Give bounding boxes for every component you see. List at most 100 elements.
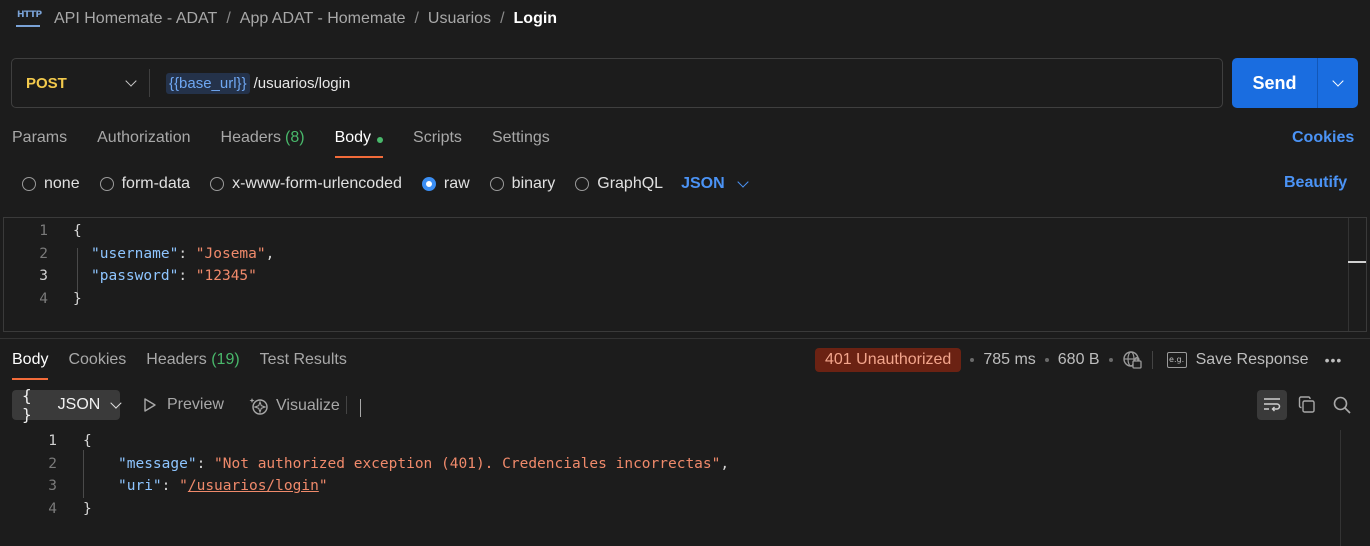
pane-divider[interactable] [0, 338, 1370, 339]
radio-icon [489, 177, 504, 191]
code-line: 2 "message": "Not authorized exception (… [0, 453, 729, 475]
response-size[interactable]: 680 B [1058, 351, 1100, 369]
tab-headers[interactable]: Headers (8) [221, 126, 305, 158]
response-time[interactable]: 785 ms [983, 351, 1035, 369]
breadcrumb-item-subfolder[interactable]: Usuarios [428, 10, 491, 28]
code-line: 3 "password": "12345" [4, 265, 257, 287]
chevron-down-icon [125, 75, 137, 87]
radio-raw[interactable]: raw [421, 175, 470, 193]
response-tab-body[interactable]: Body [12, 348, 49, 380]
response-tabs: Body Cookies Headers (19) Test Results [12, 348, 347, 380]
json-string: "Not authorized exception (401). Credenc… [214, 456, 721, 472]
response-body-viewer[interactable]: 1 { 2 "message": "Not authorized excepti… [0, 430, 1370, 546]
radio-urlencoded-label: x-www-form-urlencoded [232, 175, 402, 192]
code-text: "username": "Josema", [91, 246, 275, 262]
response-tab-test-results-label: Test Results [259, 351, 347, 368]
send-dropdown-button[interactable] [1318, 58, 1358, 108]
wrap-lines-button[interactable] [1257, 390, 1287, 420]
radio-urlencoded[interactable]: x-www-form-urlencoded [210, 175, 402, 193]
radio-icon [99, 177, 114, 191]
raw-format-select[interactable]: JSON [681, 175, 749, 193]
code-line: 4 } [4, 288, 81, 310]
code-line: 1 { [0, 430, 91, 452]
radio-graphql[interactable]: GraphQL [575, 175, 663, 193]
send-button-group: Send [1232, 58, 1358, 108]
method-label: POST [26, 74, 67, 92]
tab-authorization[interactable]: Authorization [97, 126, 190, 158]
radio-icon [575, 177, 590, 191]
visualize-dropdown[interactable] [360, 399, 361, 417]
tab-params[interactable]: Params [12, 126, 67, 158]
code-text: "password": "12345" [91, 268, 257, 284]
tab-authorization-label: Authorization [97, 129, 191, 146]
response-tab-cookies[interactable]: Cookies [68, 348, 126, 380]
json-string-link[interactable]: /usuarios/login [188, 478, 319, 494]
code-line: 4 } [0, 498, 91, 520]
breadcrumb-item-collection[interactable]: API Homemate - ADAT [54, 10, 217, 28]
line-number: 2 [39, 246, 48, 262]
send-button[interactable]: Send [1232, 58, 1318, 108]
dot-separator [970, 357, 975, 362]
json-key: "password" [91, 268, 179, 284]
radio-icon [210, 177, 225, 191]
copy-button[interactable] [1292, 390, 1322, 420]
vertical-separator [346, 396, 347, 414]
code-line: 2 "username": "Josema", [4, 243, 274, 265]
breadcrumb-separator: / [414, 10, 419, 27]
tab-headers-label: Headers [220, 129, 281, 146]
response-format-select[interactable]: { } JSON [12, 386, 122, 424]
line-number: 3 [39, 268, 48, 284]
chevron-down-icon [1332, 75, 1344, 87]
save-response-button[interactable]: Save Response [1196, 351, 1309, 369]
response-headers-count: (19) [211, 351, 240, 368]
radio-binary[interactable]: binary [489, 175, 556, 193]
radio-none[interactable]: none [22, 175, 80, 193]
network-globe-icon[interactable] [1122, 350, 1142, 370]
visualize-button[interactable]: Visualize [249, 396, 340, 416]
breadcrumb-current-request[interactable]: Login [514, 10, 558, 28]
json-string: "12345" [195, 268, 257, 284]
raw-format-label: JSON [681, 175, 725, 192]
response-tab-headers-label: Headers [146, 351, 207, 368]
preview-button[interactable]: Preview [143, 396, 224, 414]
radio-graphql-label: GraphQL [597, 175, 664, 192]
radio-selected-icon [421, 177, 436, 191]
breadcrumb-item-folder[interactable]: App ADAT - Homemate [240, 10, 406, 28]
json-key: "uri" [118, 478, 162, 494]
code-text: "uri": "/usuarios/login" [118, 478, 328, 494]
breadcrumb-separator: / [226, 10, 231, 27]
response-scrollbar[interactable] [1340, 430, 1341, 546]
response-tab-test-results[interactable]: Test Results [260, 348, 347, 380]
status-badge[interactable]: 401 Unauthorized [815, 347, 962, 372]
radio-icon [22, 177, 36, 191]
request-body-editor[interactable]: 1 { 2 "username": "Josema", 3 "password"… [3, 217, 1367, 332]
url-bar: POST {{base_url}} /usuarios/login [11, 58, 1223, 108]
radio-form-data[interactable]: form-data [99, 175, 190, 193]
braces-icon: { } [22, 386, 32, 424]
wrap-lines-icon [1264, 398, 1281, 412]
tab-body-label: Body [334, 129, 372, 146]
tab-body[interactable]: Body [334, 126, 384, 158]
line-number: 4 [39, 291, 48, 307]
url-variable-chip[interactable]: {{base_url}} [166, 72, 250, 94]
tab-settings[interactable]: Settings [492, 126, 550, 158]
play-icon [144, 398, 156, 412]
json-key: "username" [91, 246, 179, 262]
code-text: "message": "Not authorized exception (40… [118, 456, 730, 472]
copy-icon [1298, 396, 1315, 413]
radio-binary-label: binary [511, 175, 556, 192]
response-tab-body-label: Body [12, 351, 49, 368]
more-options-icon[interactable]: ••• [1325, 352, 1343, 368]
method-select[interactable]: POST [12, 69, 150, 97]
response-format-label: JSON [57, 396, 101, 413]
json-key: "message" [118, 456, 197, 472]
editor-scrollbar[interactable] [1348, 218, 1366, 331]
tab-scripts[interactable]: Scripts [413, 126, 462, 158]
body-modified-dot-icon [377, 137, 384, 143]
response-tab-headers[interactable]: Headers (19) [146, 348, 239, 380]
cookies-link[interactable]: Cookies [1292, 129, 1354, 147]
body-type-selector: none form-data x-www-form-urlencoded raw… [22, 172, 749, 196]
beautify-button[interactable]: Beautify [1284, 174, 1347, 192]
url-input[interactable]: {{base_url}} /usuarios/login [166, 72, 350, 94]
search-button[interactable] [1327, 390, 1357, 420]
